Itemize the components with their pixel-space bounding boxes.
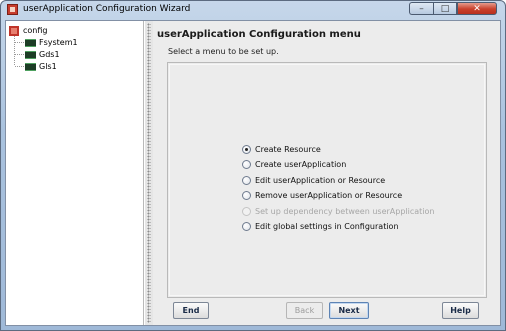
radio-edit-userapplication[interactable]: Edit userApplication or Resource <box>242 174 385 186</box>
radio-remove-userapplication[interactable]: Remove userApplication or Resource <box>242 190 402 202</box>
end-button[interactable]: End <box>173 302 209 319</box>
radio-button-icon <box>242 160 251 169</box>
close-button[interactable]: ✕ <box>457 2 497 15</box>
radio-edit-global-settings[interactable]: Edit global settings in Configuration <box>242 221 399 233</box>
next-button[interactable]: Next <box>329 302 369 319</box>
back-button: Back <box>286 302 323 319</box>
minimize-button[interactable]: – <box>409 2 433 15</box>
radio-label: Edit global settings in Configuration <box>255 222 399 231</box>
tree-node-label: Gds1 <box>39 50 60 59</box>
tree-connector <box>14 35 15 65</box>
maximize-button[interactable]: □ <box>433 2 457 15</box>
radio-button-icon <box>242 206 251 216</box>
radio-create-resource[interactable]: Create Resource <box>242 143 321 155</box>
radio-label: Edit userApplication or Resource <box>255 175 386 185</box>
resource-icon <box>25 38 36 47</box>
title-bar[interactable]: userApplication Configuration Wizard – □… <box>1 1 505 19</box>
radio-label: Create userApplication <box>255 160 347 169</box>
radio-label: Set up dependency between userApplicatio… <box>255 206 435 216</box>
instruction-text: Select a menu to be set up. <box>168 47 279 56</box>
radio-button-icon <box>242 222 251 231</box>
radio-button-icon <box>242 144 251 154</box>
radio-label: Create Resource <box>255 144 321 154</box>
tree-node-gds1[interactable]: Gds1 <box>25 49 60 60</box>
radio-button-icon <box>242 175 251 185</box>
tree-node-label: config <box>23 26 48 35</box>
tree-node-gls1[interactable]: Gls1 <box>25 61 57 72</box>
tree-node-config[interactable]: config <box>9 25 47 36</box>
window-title: userApplication Configuration Wizard <box>23 4 191 14</box>
config-tree: config Fsystem1 Gds1 Gls1 <box>6 21 144 325</box>
options-panel: Create Resource Create userApplication E… <box>167 62 487 298</box>
tree-connector <box>15 54 24 55</box>
radio-button-icon <box>242 191 251 200</box>
window-controls: – □ ✕ <box>409 2 497 16</box>
app-window: userApplication Configuration Wizard – □… <box>0 0 506 331</box>
config-folder-icon <box>9 25 19 36</box>
tree-connector <box>15 66 24 67</box>
main-panel: userApplication Configuration menu Selec… <box>153 21 500 325</box>
split-pane-divider[interactable] <box>144 21 153 325</box>
radio-label: Remove userApplication or Resource <box>255 191 403 200</box>
client-area: config Fsystem1 Gds1 Gls1 userApplicatio… <box>5 20 501 326</box>
app-icon <box>7 4 18 15</box>
tree-node-fsystem1[interactable]: Fsystem1 <box>25 37 78 48</box>
tree-node-label: Gls1 <box>39 62 57 71</box>
page-title: userApplication Configuration menu <box>157 29 361 40</box>
radio-create-userapplication[interactable]: Create userApplication <box>242 159 346 171</box>
help-button[interactable]: Help <box>442 302 479 319</box>
resource-icon <box>25 62 36 71</box>
tree-node-label: Fsystem1 <box>39 38 78 47</box>
tree-connector <box>15 42 24 43</box>
resource-icon <box>25 50 36 59</box>
radio-set-up-dependency: Set up dependency between userApplicatio… <box>242 205 434 217</box>
